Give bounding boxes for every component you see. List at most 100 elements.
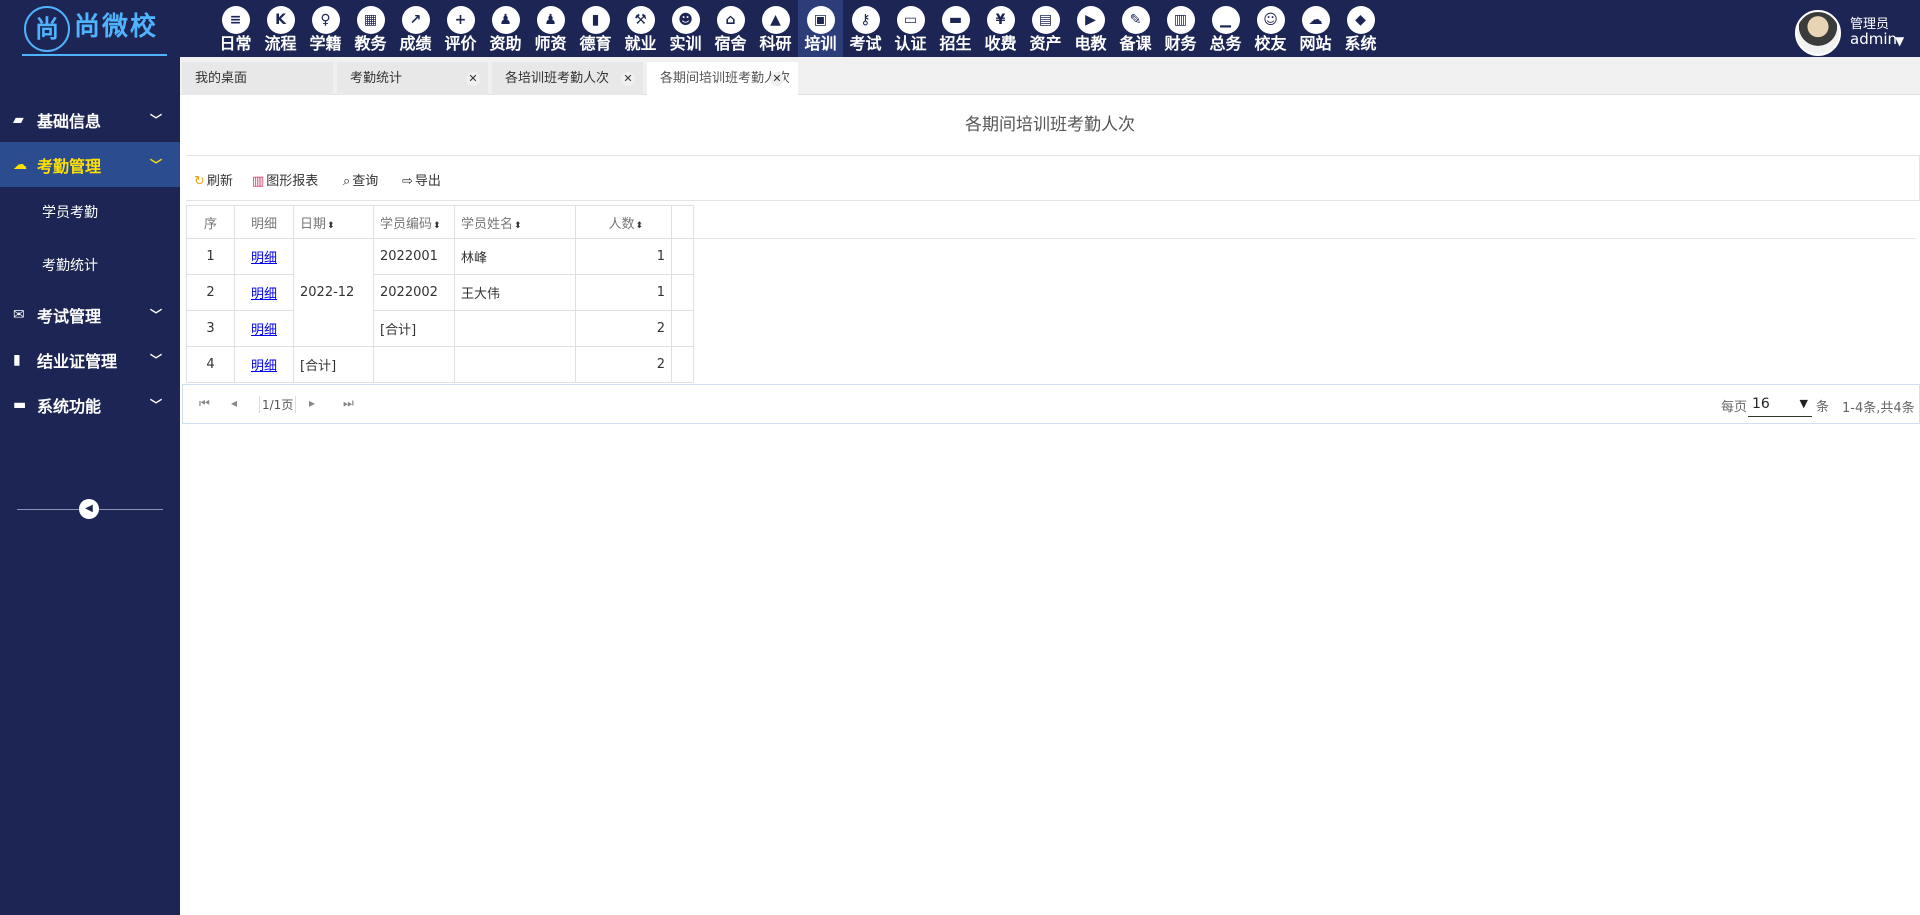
tab-class-attendance[interactable]: 各培训班考勤人次 ✕	[492, 62, 643, 95]
caret-down-icon[interactable]: ▼	[1895, 34, 1904, 48]
cell-filler	[671, 238, 694, 275]
column-header-code[interactable]: 学员编码⬍	[373, 205, 455, 239]
sidebar-item-system[interactable]: ▬ 系统功能 ﹀	[0, 382, 180, 427]
module-18[interactable]: ▤ 资产	[1023, 0, 1068, 57]
cell-code: 2022002	[373, 274, 455, 311]
module-15[interactable]: ▭ 认证	[888, 0, 933, 57]
module-label: 宿舍	[714, 34, 747, 53]
module-0[interactable]: ≡ 日常	[213, 0, 258, 57]
flow-icon: K	[266, 6, 295, 34]
user-name[interactable]: admin	[1850, 30, 1897, 48]
column-header-count[interactable]: 人数⬍	[575, 205, 672, 239]
app-logo[interactable]: 尚 尚微校 SWXB.COM	[22, 4, 192, 70]
close-icon[interactable]: ✕	[466, 72, 480, 86]
tab-attendance-stats[interactable]: 考勤统计 ✕	[337, 62, 488, 95]
bar-chart-icon: ▥	[252, 174, 265, 189]
sort-icon: ⬍	[635, 220, 643, 231]
module-label: 科研	[759, 34, 792, 53]
cell-detail: 明细	[234, 238, 294, 275]
close-icon[interactable]: ✕	[770, 72, 784, 86]
chart-report-button[interactable]: ▥ 图形报表	[252, 170, 318, 189]
sidebar-item-exam[interactable]: ✉ 考试管理 ﹀	[0, 292, 180, 337]
module-1[interactable]: K 流程	[258, 0, 303, 57]
module-13[interactable]: ▣ 培训	[798, 0, 843, 57]
refresh-icon: ↻	[194, 174, 205, 189]
module-8[interactable]: ▮ 德育	[573, 0, 618, 57]
first-page-icon[interactable]: ⏮	[199, 396, 210, 411]
sidebar-subitem-student-attendance[interactable]: 学员考勤	[0, 187, 180, 239]
module-label: 评价	[444, 34, 477, 53]
cell-no: 3	[186, 310, 235, 347]
cell-code: 2022001	[373, 238, 455, 275]
export-button[interactable]: ⇨ 导出	[402, 170, 441, 189]
tab-period-class-attendance[interactable]: 各期间培训班考勤人次 ✕	[647, 62, 798, 95]
module-label: 教务	[354, 34, 387, 53]
bus-icon: ▬	[941, 6, 970, 34]
sidebar-item-label: 考试管理	[37, 306, 102, 326]
module-9[interactable]: ⚒ 就业	[618, 0, 663, 57]
detail-link[interactable]: 明细	[251, 323, 277, 338]
chevron-down-icon: ▼	[1799, 397, 1808, 410]
module-24[interactable]: ☁ 网站	[1293, 0, 1338, 57]
column-header-date[interactable]: 日期⬍	[293, 205, 374, 239]
sidebar-item-certificate[interactable]: ▮ 结业证管理 ﹀	[0, 337, 180, 382]
module-7[interactable]: ♟ 师资	[528, 0, 573, 57]
sidebar-item-attendance[interactable]: ☁ 考勤管理 ﹀	[0, 142, 180, 187]
edit-icon: ✎	[1121, 6, 1150, 34]
detail-link[interactable]: 明细	[251, 251, 277, 266]
module-label: 备课	[1119, 34, 1152, 53]
close-icon[interactable]: ✕	[621, 72, 635, 86]
cell-detail: 明细	[234, 274, 294, 311]
bar-chart-icon: ▁	[1211, 6, 1240, 34]
module-11[interactable]: ⌂ 宿舍	[708, 0, 753, 57]
cell-filler	[671, 346, 694, 383]
home-icon: ⌂	[716, 6, 745, 34]
detail-link[interactable]: 明细	[251, 287, 277, 302]
prev-page-icon[interactable]: ◂	[231, 396, 237, 410]
query-button[interactable]: ⌕ 查询	[343, 170, 378, 189]
module-22[interactable]: ▁ 总务	[1203, 0, 1248, 57]
module-label: 电教	[1074, 34, 1107, 53]
per-page-select[interactable]: 16 ▼	[1748, 391, 1812, 417]
module-12[interactable]: ▲ 科研	[753, 0, 798, 57]
toolbar: ↻ 刷新 ▥ 图形报表 ⌕ 查询 ⇨ 导出	[186, 155, 1920, 201]
module-4[interactable]: ↗ 成绩	[393, 0, 438, 57]
tab-desktop[interactable]: 我的桌面	[182, 62, 333, 95]
sidebar-subitem-attendance-stats[interactable]: 考勤统计	[0, 240, 180, 292]
avatar[interactable]	[1795, 10, 1841, 56]
cell-no: 1	[186, 238, 235, 275]
detail-link[interactable]: 明细	[251, 359, 277, 374]
per-page-unit: 条	[1816, 400, 1830, 415]
module-17[interactable]: ¥ 收费	[978, 0, 1023, 57]
module-10[interactable]: ☻ 实训	[663, 0, 708, 57]
cube-icon: ◆	[1346, 6, 1375, 34]
export-icon: ⇨	[402, 174, 413, 189]
module-2[interactable]: ♀ 学籍	[303, 0, 348, 57]
last-page-icon[interactable]: ⏭	[343, 396, 354, 411]
cell-date: [合计]	[293, 346, 374, 383]
refresh-button[interactable]: ↻ 刷新	[194, 170, 233, 189]
collapse-left-icon[interactable]: ◀	[79, 499, 99, 519]
file-icon: ▮	[13, 351, 21, 368]
module-6[interactable]: ♟ 资助	[483, 0, 528, 57]
module-23[interactable]: ☺ 校友	[1248, 0, 1293, 57]
column-header-name[interactable]: 学员姓名⬍	[454, 205, 576, 239]
module-14[interactable]: ⚷ 考试	[843, 0, 888, 57]
module-20[interactable]: ✎ 备课	[1113, 0, 1158, 57]
module-5[interactable]: + 评价	[438, 0, 483, 57]
cell-filler	[671, 310, 694, 347]
module-21[interactable]: ▥ 财务	[1158, 0, 1203, 57]
module-16[interactable]: ▬ 招生	[933, 0, 978, 57]
cell-count: 2	[575, 346, 672, 383]
module-19[interactable]: ▶ 电教	[1068, 0, 1113, 57]
envelope-icon: ✉	[13, 306, 25, 323]
module-25[interactable]: ◆ 系统	[1338, 0, 1383, 57]
user-menu[interactable]: 管理员 admin ▼	[1795, 8, 1920, 56]
calendar-plus-icon: +	[446, 6, 475, 34]
cell-code	[373, 346, 455, 383]
next-page-icon[interactable]: ▸	[309, 396, 315, 410]
sidebar-item-basic-info[interactable]: ▰ 基础信息 ﹀	[0, 97, 180, 142]
image-icon: ▣	[806, 6, 835, 34]
module-3[interactable]: ▦ 教务	[348, 0, 393, 57]
table-header-row: 序 明细 日期⬍ 学员编码⬍ 学员姓名⬍ 人数⬍	[186, 205, 694, 239]
